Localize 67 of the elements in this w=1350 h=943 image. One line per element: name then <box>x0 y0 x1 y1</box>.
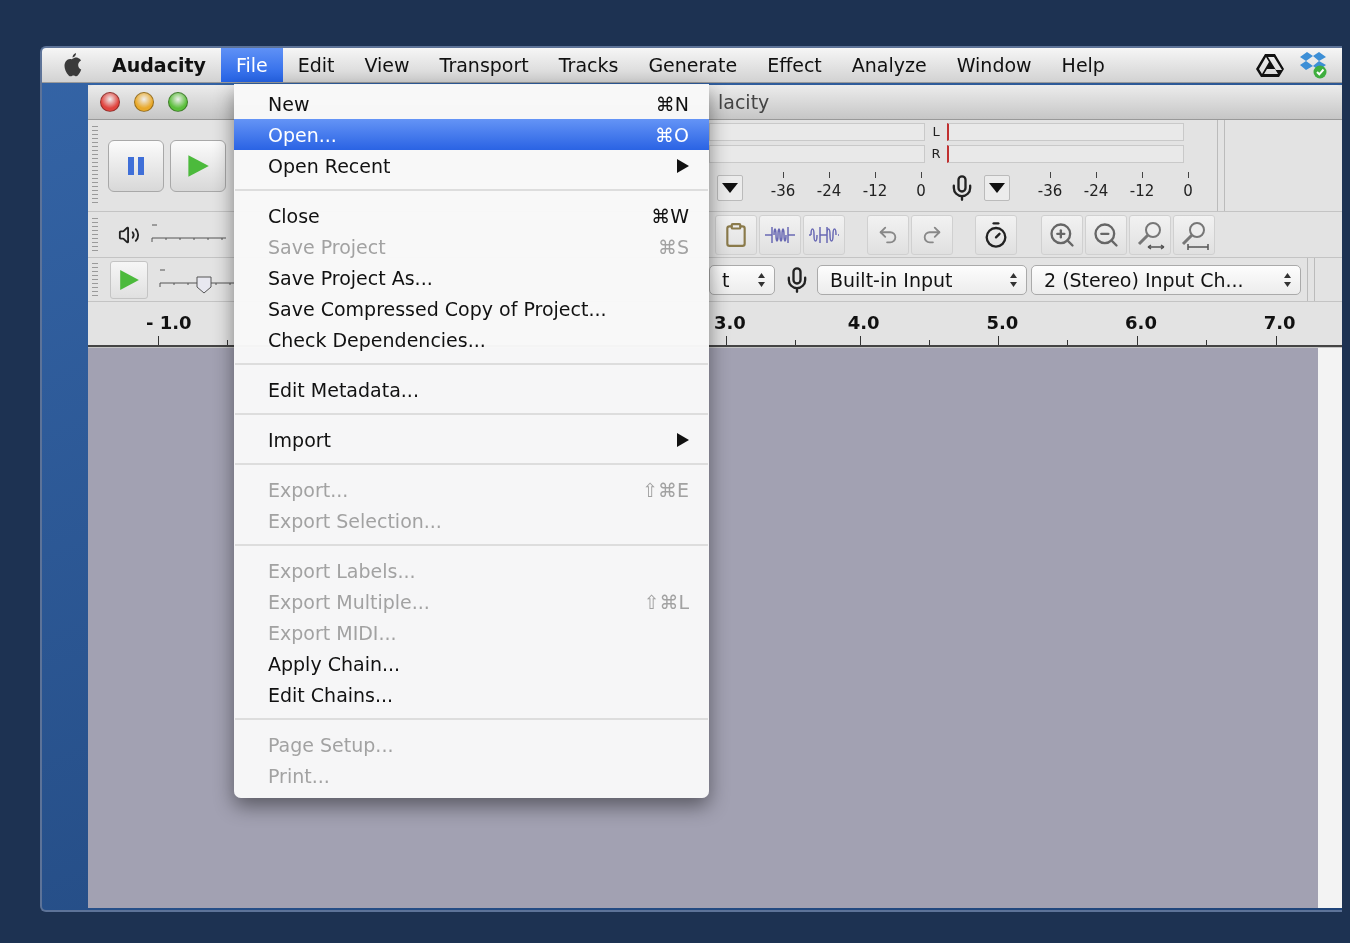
zoom-in-icon <box>1048 220 1076 249</box>
menu-item[interactable]: Edit Chains... <box>234 679 709 710</box>
zoom-in-button[interactable] <box>1041 214 1083 255</box>
play-icon <box>186 153 210 178</box>
up-down-arrows-icon <box>1283 271 1292 288</box>
ruler-label: 3.0 <box>709 312 848 345</box>
dropdown-arrow-icon <box>989 183 1005 193</box>
menu-item[interactable]: Apply Chain... <box>234 648 709 679</box>
ruler-label: 5.0 <box>986 312 1126 345</box>
menu-title[interactable]: Generate <box>633 48 753 82</box>
menu-title[interactable]: Transport <box>424 48 544 82</box>
menu-item[interactable]: Open... ⌘O <box>234 119 709 150</box>
ruler-label: 7.0 <box>1263 312 1342 345</box>
fit-selection-button[interactable] <box>1129 214 1171 255</box>
menu-title[interactable]: Edit <box>282 48 350 82</box>
dropdown-arrow-icon <box>722 183 738 193</box>
menu-item[interactable]: Import <box>234 424 709 455</box>
menu-title[interactable]: Tracks <box>543 48 634 82</box>
clipboard-icon <box>723 221 749 248</box>
menu-item[interactable]: Check Dependencies... <box>234 324 709 355</box>
up-down-arrows-icon <box>1009 271 1018 288</box>
menu-item[interactable]: New ⌘N <box>234 88 709 119</box>
window-title: lacity <box>718 91 770 113</box>
input-channels-select[interactable]: 2 (Stereo) Input Ch... <box>1031 264 1301 295</box>
pause-icon <box>126 155 146 176</box>
play-at-speed-button[interactable] <box>110 260 148 299</box>
menu-item[interactable]: Save Compressed Copy of Project... <box>234 293 709 324</box>
slider-thumb[interactable] <box>195 275 212 294</box>
channel-label: R <box>931 145 941 163</box>
silence-button[interactable] <box>803 214 845 255</box>
play-icon <box>118 268 140 291</box>
zoom-out-button[interactable] <box>1085 214 1127 255</box>
up-down-arrows-icon <box>757 271 766 288</box>
dropbox-sync-icon[interactable] <box>1298 51 1328 79</box>
menu-item[interactable]: Close ⌘W <box>234 200 709 231</box>
redo-button[interactable] <box>911 214 953 255</box>
zoom-button[interactable] <box>168 92 188 112</box>
pause-button[interactable] <box>108 139 164 192</box>
ruler-label: 6.0 <box>1125 312 1264 345</box>
undo-button[interactable] <box>867 214 909 255</box>
menu-title[interactable]: File <box>220 48 283 82</box>
ruler-label: - 1.0 <box>88 312 234 345</box>
menu-title[interactable]: Analyze <box>836 48 942 82</box>
input-device-select[interactable]: Built-in Input <box>817 264 1027 295</box>
menu-item[interactable]: Open Recent <box>234 150 709 181</box>
playback-meter-menu[interactable] <box>717 175 743 201</box>
menu-title[interactable]: View <box>349 48 425 82</box>
zoom-out-icon <box>1092 220 1120 249</box>
drive-icon[interactable] <box>1256 53 1284 77</box>
channel-label: L <box>932 123 940 141</box>
menu-item[interactable]: Save Project As... <box>234 262 709 293</box>
paste-button[interactable] <box>715 214 757 255</box>
app-menu[interactable]: Audacity <box>112 54 221 76</box>
output-device-select[interactable]: t <box>709 264 775 295</box>
menu-title[interactable]: Window <box>941 48 1047 82</box>
sync-lock-button[interactable] <box>975 214 1017 255</box>
play-button[interactable] <box>170 139 226 192</box>
fit-project-button[interactable] <box>1173 214 1215 255</box>
record-meter-menu[interactable] <box>984 175 1010 201</box>
close-button[interactable] <box>100 92 120 112</box>
ruler-label: 4.0 <box>847 312 987 345</box>
menu-title[interactable]: Effect <box>752 48 837 82</box>
menu-title[interactable]: Help <box>1046 48 1120 82</box>
scrollbar[interactable] <box>1318 348 1342 908</box>
trim-button[interactable] <box>759 214 801 255</box>
menu-item[interactable]: Edit Metadata... <box>234 374 709 405</box>
minimize-button[interactable] <box>134 92 154 112</box>
